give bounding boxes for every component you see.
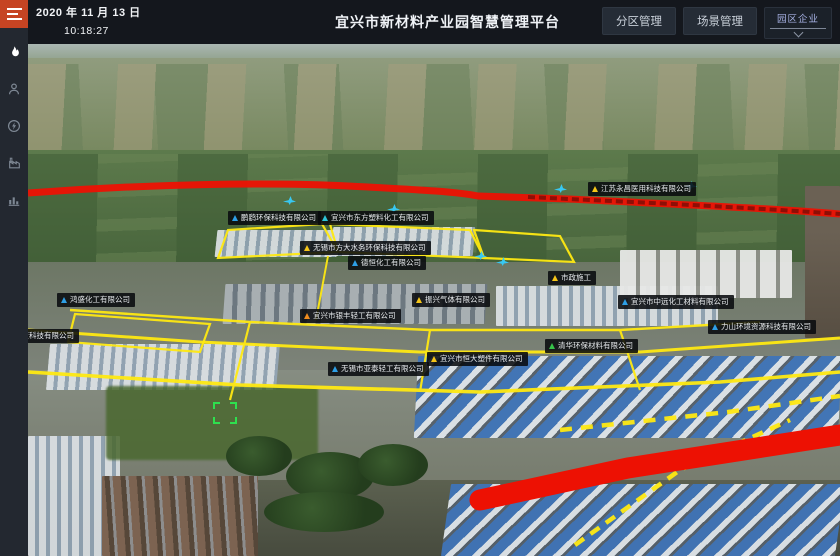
label-marker-icon	[304, 313, 310, 319]
label-marker-icon	[552, 275, 558, 281]
sidebar-item-factory[interactable]	[0, 150, 28, 176]
enterprise-label-text: 江苏永昌医用科技有限公司	[601, 185, 691, 193]
hamburger-icon	[7, 8, 22, 20]
enterprise-label-text: 宜兴市东方塑料化工有限公司	[331, 214, 429, 222]
left-sidebar	[0, 0, 28, 556]
enterprise-label[interactable]: 远东固废科技有限公司	[28, 329, 79, 343]
sidebar-item-energy[interactable]	[0, 113, 28, 139]
topbar-actions: 分区管理 场景管理 园区企业	[602, 7, 832, 39]
enterprise-label[interactable]: 振兴气体有限公司	[412, 293, 490, 307]
enterprise-label[interactable]: 宜兴市中远化工材料有限公司	[618, 295, 734, 309]
label-marker-icon	[416, 297, 422, 303]
page-title: 宜兴市新材料产业园智慧管理平台	[335, 12, 560, 32]
person-icon	[7, 82, 21, 96]
enterprise-label[interactable]: 力山环境资源科技有限公司	[708, 320, 816, 334]
enterprise-label-text: 宜兴市中远化工材料有限公司	[631, 298, 729, 306]
flame-icon	[7, 45, 21, 60]
enterprise-label-text: 无锡市亚泰轻工有限公司	[341, 365, 424, 373]
enterprise-label-text: 振兴气体有限公司	[425, 296, 485, 304]
enterprise-label-text: 远东固废科技有限公司	[28, 332, 74, 340]
enterprise-label[interactable]: 江苏永昌医用科技有限公司	[588, 182, 696, 196]
label-marker-icon	[304, 245, 310, 251]
label-marker-icon	[549, 343, 555, 349]
sidebar-item-statistics[interactable]	[0, 187, 28, 213]
power-icon	[7, 119, 21, 133]
sidebar-item-user[interactable]	[0, 76, 28, 102]
top-bar: 2020 年 11 月 13 日 10:18:27 宜兴市新材料产业园智慧管理平…	[28, 0, 840, 44]
enterprise-label[interactable]: 清华环保材料有限公司	[545, 339, 638, 353]
enterprise-label[interactable]: 德恒化工有限公司	[348, 256, 426, 270]
enterprise-label[interactable]: 宜兴市东方塑料化工有限公司	[318, 211, 434, 225]
label-marker-icon	[592, 186, 598, 192]
scene-management-button[interactable]: 场景管理	[683, 7, 757, 35]
enterprise-label-text: 宜兴市银丰轻工有限公司	[313, 312, 396, 320]
label-marker-icon	[622, 299, 628, 305]
selection-brackets	[213, 402, 237, 424]
hamburger-menu-button[interactable]	[0, 0, 28, 28]
enterprise-label[interactable]: 无锡市亚泰轻工有限公司	[328, 362, 429, 376]
label-marker-icon	[332, 366, 338, 372]
map-3d-viewport[interactable]: 鹏鹞环保科技有限公司 宜兴市东方塑料化工有限公司 无锡市方大水务环保科技有限公司…	[28, 44, 840, 556]
enterprise-label-text: 鸿盛化工有限公司	[70, 296, 130, 304]
label-marker-icon	[431, 356, 437, 362]
label-marker-icon	[232, 215, 238, 221]
dropdown-label: 园区企业	[777, 11, 819, 25]
current-date: 2020 年 11 月 13 日	[36, 4, 141, 20]
enterprise-label[interactable]: 鸿盛化工有限公司	[57, 293, 135, 307]
zone-management-button[interactable]: 分区管理	[602, 7, 676, 35]
factory-icon	[7, 156, 22, 170]
infrastructure-label[interactable]: 市政施工	[548, 271, 596, 285]
label-text: 市政施工	[561, 274, 591, 282]
current-time: 10:18:27	[64, 25, 141, 37]
label-marker-icon	[61, 297, 67, 303]
label-marker-icon	[712, 324, 718, 330]
label-marker-icon	[322, 215, 328, 221]
app-window: 2020 年 11 月 13 日 10:18:27 宜兴市新材料产业园智慧管理平…	[0, 0, 840, 556]
enterprise-label-text: 鹏鹞环保科技有限公司	[241, 214, 316, 222]
park-enterprise-dropdown[interactable]: 园区企业	[764, 7, 832, 39]
enterprise-label[interactable]: 宜兴市恒大塑件有限公司	[427, 352, 528, 366]
enterprise-label-text: 清华环保材料有限公司	[558, 342, 633, 350]
datetime-block: 2020 年 11 月 13 日 10:18:27	[36, 4, 141, 37]
enterprise-label-text: 德恒化工有限公司	[361, 259, 421, 267]
sidebar-item-fire[interactable]	[0, 39, 28, 65]
enterprise-label-text: 无锡市方大水务环保科技有限公司	[313, 244, 426, 252]
enterprise-label[interactable]: 宜兴市银丰轻工有限公司	[300, 309, 401, 323]
enterprise-label[interactable]: 无锡市方大水务环保科技有限公司	[300, 241, 431, 255]
enterprise-label-text: 宜兴市恒大塑件有限公司	[440, 355, 523, 363]
enterprise-label[interactable]: 鹏鹞环保科技有限公司	[228, 211, 321, 225]
label-marker-icon	[352, 260, 358, 266]
chevron-down-icon	[793, 28, 803, 38]
bar-chart-icon	[7, 193, 21, 207]
enterprise-label-text: 力山环境资源科技有限公司	[721, 323, 811, 331]
